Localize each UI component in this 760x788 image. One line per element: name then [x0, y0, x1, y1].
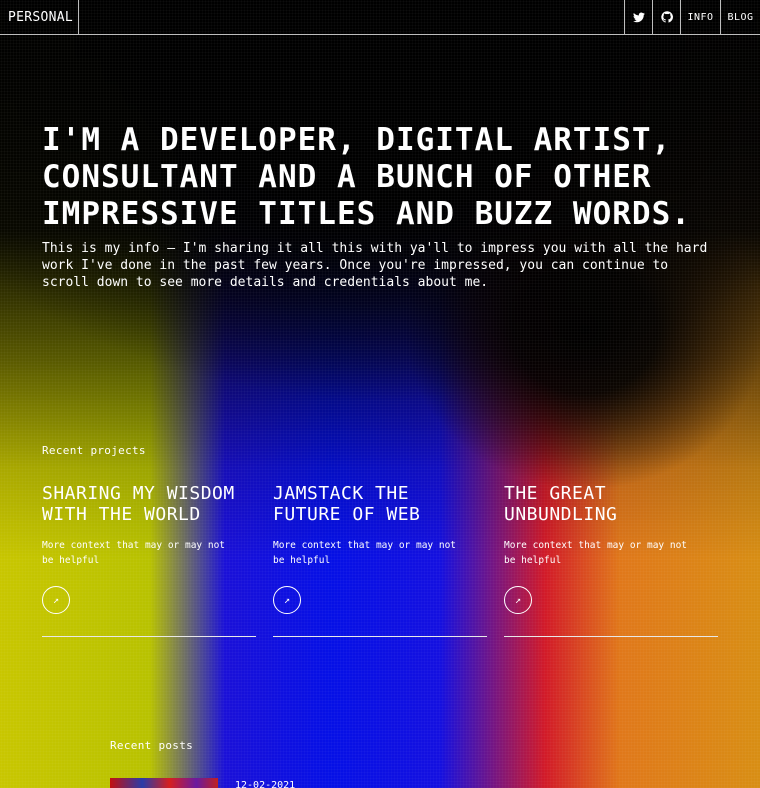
site-header: PERSONAL INFO BLOG: [0, 0, 760, 35]
gradient-background: [0, 0, 760, 788]
project-title: THE GREAT UNBUNDLING: [504, 483, 618, 525]
twitter-link[interactable]: [624, 0, 652, 34]
project-description: More context that may or may not be help…: [273, 540, 457, 566]
project-card: THE GREAT UNBUNDLING More context that m…: [504, 483, 718, 637]
arrow-up-right-icon: ↗: [283, 594, 291, 606]
project-card: JAMSTACK THE FUTURE OF WEB More context …: [273, 483, 487, 637]
project-description: More context that may or may not be help…: [504, 540, 688, 566]
project-link-button[interactable]: ↗: [504, 586, 532, 614]
recent-projects-heading: Recent projects: [42, 444, 146, 457]
post-date: 12-02-2021: [235, 780, 296, 788]
post-thumbnail[interactable]: [110, 778, 218, 788]
brand-logo[interactable]: PERSONAL: [0, 0, 79, 34]
twitter-icon: [632, 11, 645, 22]
project-title: SHARING MY WISDOM WITH THE WORLD: [42, 483, 235, 525]
project-title: JAMSTACK THE FUTURE OF WEB: [273, 483, 421, 525]
recent-posts-heading: Recent posts: [110, 739, 194, 752]
nav-blog[interactable]: BLOG: [720, 0, 760, 34]
arrow-up-right-icon: ↗: [52, 594, 60, 606]
github-link[interactable]: [652, 0, 680, 34]
project-card: SHARING MY WISDOM WITH THE WORLD More co…: [42, 483, 256, 637]
hero-title: I'M A DEVELOPER, DIGITAL ARTIST, CONSULT…: [42, 122, 691, 232]
github-icon: [660, 11, 673, 23]
project-link-button[interactable]: ↗: [42, 586, 70, 614]
nav-info[interactable]: INFO: [680, 0, 720, 34]
project-description: More context that may or may not be help…: [42, 540, 226, 566]
header-spacer: [79, 0, 624, 34]
project-link-button[interactable]: ↗: [273, 586, 301, 614]
arrow-up-right-icon: ↗: [514, 594, 522, 606]
hero-intro: This is my info — I'm sharing it all thi…: [42, 241, 708, 290]
